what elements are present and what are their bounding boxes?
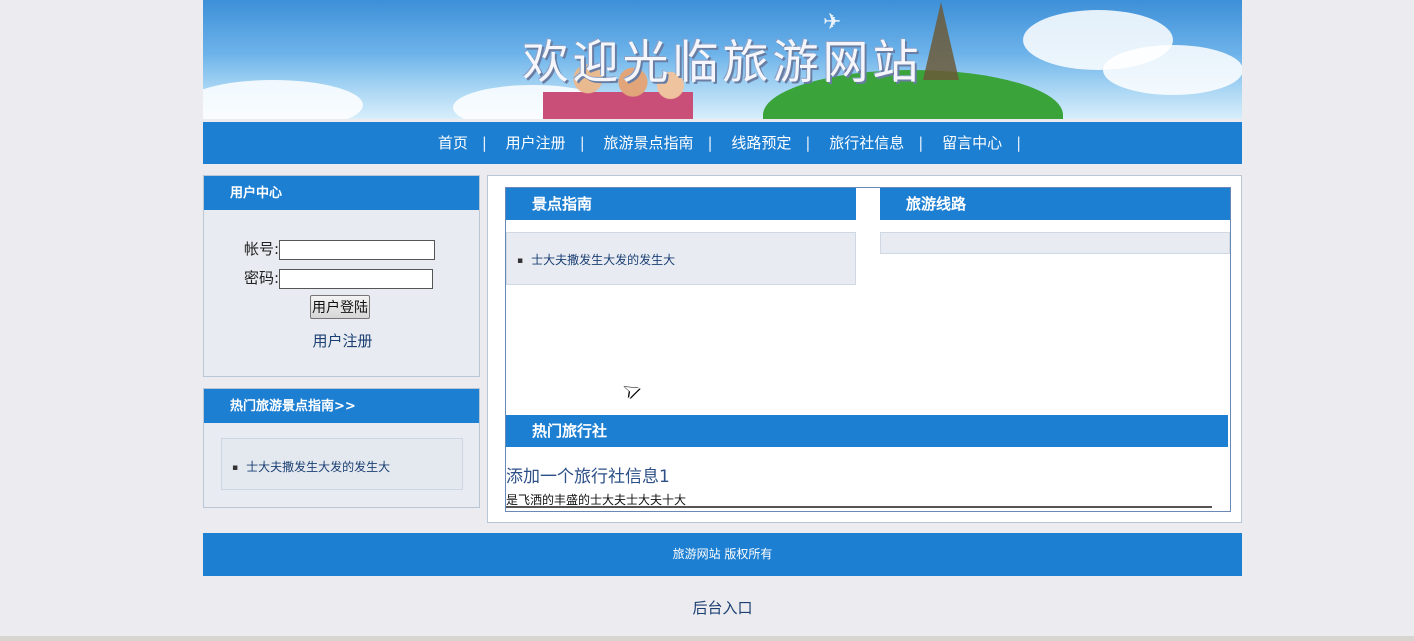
nav-home[interactable]: 首页 [424, 134, 482, 152]
login-button[interactable]: 用户登陆 [310, 295, 370, 319]
nav-scenic-guide[interactable]: 旅游景点指南 [590, 134, 708, 152]
nav-register[interactable]: 用户注册 [492, 134, 580, 152]
header-banner: ✈ 欢迎光临旅游网站 [203, 0, 1242, 119]
footer: 旅游网站 版权所有 [203, 533, 1242, 576]
password-input[interactable] [279, 268, 434, 289]
account-row: 帐号: [244, 238, 436, 260]
banner-title: 欢迎光临旅游网站 [522, 35, 923, 89]
scenic-guide-title: 景点指南 [506, 188, 856, 220]
nav-separator: | [481, 134, 487, 152]
scenic-guide-list: 士大夫撒发生大发的发生大 [506, 232, 856, 285]
content-frame: 景点指南 旅游线路 士大夫撒发生大发的发生大 热门旅行社 添加一个旅行社信息1 … [505, 187, 1231, 512]
account-input[interactable] [279, 239, 436, 260]
admin-entry-link[interactable]: 后台入口 [203, 597, 1242, 618]
account-label: 帐号: [244, 240, 280, 258]
hot-spots-title: 热门旅游景点指南>> [204, 389, 479, 423]
list-item[interactable]: 士大夫撒发生大发的发生大 [232, 458, 390, 475]
nav-message-center[interactable]: 留言中心 [928, 134, 1016, 152]
hot-spots-list: 士大夫撒发生大发的发生大 [221, 438, 463, 490]
nav-agency-info[interactable]: 旅行社信息 [815, 134, 918, 152]
main-content-panel: 景点指南 旅游线路 士大夫撒发生大发的发生大 热门旅行社 添加一个旅行社信息1 … [487, 175, 1242, 523]
password-row: 密码: [244, 267, 434, 289]
list-item[interactable]: 士大夫撒发生大发的发生大 [517, 251, 675, 268]
user-center-panel: 用户中心 帐号: 密码: 用户登陆 用户注册 [203, 175, 480, 377]
nav-separator: | [918, 134, 924, 152]
register-link[interactable]: 用户注册 [204, 330, 481, 351]
agency-title-link[interactable]: 添加一个旅行社信息1 [506, 462, 670, 487]
user-center-title: 用户中心 [204, 176, 479, 210]
hot-agencies-title: 热门旅行社 [506, 415, 1228, 447]
password-label: 密码: [244, 269, 280, 287]
main-nav: 首页 | 用户注册 | 旅游景点指南 | 线路预定 | 旅行社信息 | 留言中心 | [203, 122, 1242, 164]
nav-separator: | [1016, 134, 1022, 152]
divider [506, 506, 1212, 508]
window-bottom-edge [0, 636, 1414, 641]
nav-separator: | [579, 134, 585, 152]
nav-separator: | [805, 134, 811, 152]
nav-separator: | [707, 134, 713, 152]
travel-routes-title: 旅游线路 [880, 188, 1230, 220]
hot-spots-panel: 热门旅游景点指南>> 士大夫撒发生大发的发生大 [203, 388, 480, 508]
nav-route-booking[interactable]: 线路预定 [717, 134, 805, 152]
travel-routes-list [880, 232, 1230, 254]
